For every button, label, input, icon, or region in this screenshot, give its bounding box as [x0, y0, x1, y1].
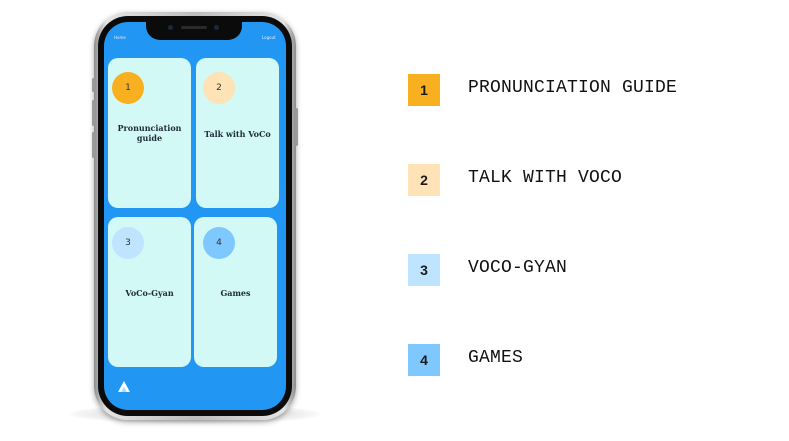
legend-label-games: GAMES [468, 348, 524, 368]
side-button-left-mid [92, 100, 95, 126]
card-title-line1: Pronunciation [117, 123, 182, 133]
card-voco-gyan[interactable]: 3 VoCo-Gyan [108, 217, 191, 367]
card-title-line2: guide [136, 133, 163, 143]
legend-label-voco-gyan: VOCO-GYAN [468, 258, 568, 278]
card-title: Games [220, 288, 251, 298]
legend-number-badge: 2 [408, 164, 440, 196]
card-number-badge: 2 [203, 72, 235, 104]
a-logo-icon[interactable] [117, 380, 131, 394]
legend-number-badge: 1 [408, 74, 440, 106]
card-title: Talk with VoCo [204, 129, 271, 139]
side-button-left-bottom [92, 132, 95, 158]
speaker-grille [181, 26, 207, 29]
card-talk-with-voco[interactable]: 2 Talk with VoCo [196, 58, 279, 208]
sensor-icon [214, 25, 219, 30]
card-pronunciation-guide[interactable]: 1 Pronunciation guide [108, 58, 191, 208]
card-number-badge: 3 [112, 227, 144, 259]
legend-number-badge: 4 [408, 344, 440, 376]
legend-number-badge: 3 [408, 254, 440, 286]
card-number-badge: 1 [112, 72, 144, 104]
side-button-left-top [92, 78, 95, 92]
phone-notch [146, 20, 242, 40]
side-button-right [295, 108, 298, 146]
card-games[interactable]: 4 Games [194, 217, 277, 367]
logout-link[interactable]: Logout [262, 35, 276, 40]
camera-icon [168, 25, 173, 30]
legend-label-pronunciation-guide: PRONUNCIATION GUIDE [468, 78, 678, 98]
home-link[interactable]: Home [114, 35, 126, 40]
card-title: VoCo-Gyan [125, 288, 174, 298]
legend-label-talk-with-voco: TALK WITH VOCO [468, 168, 623, 188]
canvas: Home Logout 1 Pronunciation guide 2 Talk… [0, 0, 789, 441]
card-number-badge: 4 [203, 227, 235, 259]
